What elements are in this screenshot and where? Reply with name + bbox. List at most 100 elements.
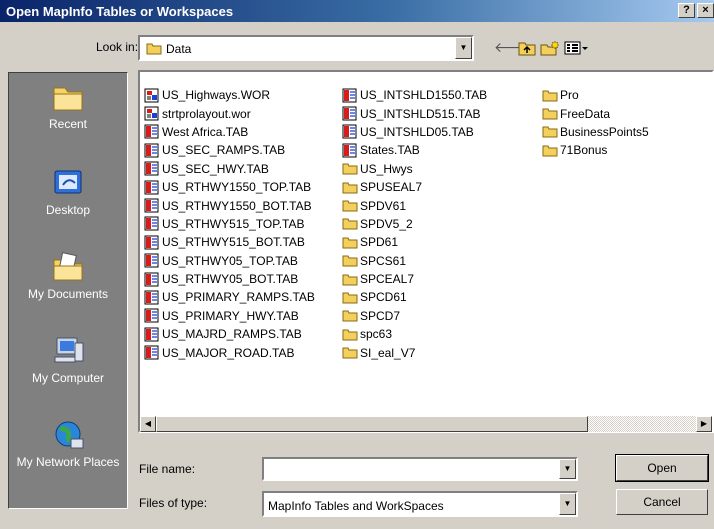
window-title: Open MapInfo Tables or Workspaces [6,4,234,19]
file-item[interactable]: US_PRIMARY_RAMPS.TAB [144,288,315,306]
chevron-down-icon[interactable]: ▼ [559,493,576,515]
folder-item[interactable]: SPCS61 [342,252,487,270]
file-item[interactable]: US_RTHWY1550_TOP.TAB [144,178,315,196]
file-name: Pro [560,88,579,103]
folder-item[interactable]: SPDV61 [342,196,487,214]
folder-item[interactable]: Pro [542,86,649,104]
file-name: US_MAJRD_RAMPS.TAB [162,327,302,342]
file-item[interactable]: US_MAJOR_ROAD.TAB [144,343,315,361]
place-my-computer[interactable]: My Computer [9,335,127,385]
folder-item[interactable]: BusinessPoints5 [542,123,649,141]
file-item[interactable]: US_INTSHLD1550.TAB [342,86,487,104]
file-name: US_PRIMARY_HWY.TAB [162,308,299,323]
table-file-icon [144,124,159,139]
folder-item[interactable]: spc63 [342,325,487,343]
folder-item[interactable]: 71Bonus [542,141,649,159]
lookin-label: Look in: [96,40,139,54]
folder-item[interactable]: FreeData [542,104,649,122]
file-item[interactable]: US_RTHWY515_BOT.TAB [144,233,315,251]
table-file-icon [342,124,357,139]
place-recent[interactable]: Recent [9,81,127,131]
chevron-down-icon[interactable]: ▼ [559,459,576,479]
folder-item[interactable]: SPCEAL7 [342,270,487,288]
lookin-dropdown[interactable]: Data ▼ [138,35,474,61]
table-file-icon [342,143,357,158]
table-file-icon [144,143,159,158]
folder-item[interactable]: SI_eal_V7 [342,343,487,361]
open-button[interactable]: Open [615,454,709,482]
file-name: FreeData [560,106,611,121]
new-folder-icon[interactable] [540,40,560,56]
file-name: BusinessPoints5 [560,124,649,139]
file-name: US_Hwys [360,161,413,176]
folder-item[interactable]: SPDV5_2 [342,215,487,233]
file-item[interactable]: strtprolayout.wor [144,104,315,122]
network-globe-icon [55,421,84,449]
table-file-icon [144,290,159,305]
table-file-icon [342,106,357,121]
file-name: SPUSEAL7 [360,180,423,195]
workspace-file-icon [144,106,159,121]
file-item[interactable]: US_SEC_RAMPS.TAB [144,141,315,159]
folder-icon [542,126,558,138]
scroll-thumb[interactable] [156,416,588,432]
file-item[interactable]: US_RTHWY05_TOP.TAB [144,252,315,270]
folder-item[interactable]: SPCD61 [342,288,487,306]
horizontal-scrollbar[interactable]: ◀ ▶ [140,416,712,432]
file-item[interactable]: US_SEC_HWY.TAB [144,160,315,178]
folder-item[interactable]: US_Hwys [342,160,487,178]
filetype-select[interactable]: MapInfo Tables and WorkSpaces ▼ [262,491,578,517]
file-name: US_RTHWY515_TOP.TAB [162,216,305,231]
my-computer-icon [54,337,84,363]
folder-icon [542,108,558,120]
file-name: spc63 [360,327,393,342]
folder-icon [342,200,358,212]
close-button[interactable]: × [697,3,714,18]
scroll-right-button[interactable]: ▶ [696,416,712,432]
folder-item[interactable]: SPD61 [342,233,487,251]
file-item[interactable]: US_PRIMARY_HWY.TAB [144,307,315,325]
file-name: US_RTHWY05_TOP.TAB [162,253,298,268]
filetype-value: MapInfo Tables and WorkSpaces [268,499,444,513]
file-item[interactable]: US_Highways.WOR [144,86,315,104]
file-column-3: Pro FreeData BusinessPoints5 71Bonus [542,86,649,160]
place-my-network-places[interactable]: My Network Places [9,419,127,469]
place-my-documents[interactable]: My Documents [9,251,127,301]
file-item[interactable]: US_MAJRD_RAMPS.TAB [144,325,315,343]
views-menu-icon[interactable] [564,40,590,56]
table-file-icon [144,235,159,250]
chevron-down-icon[interactable]: ▼ [455,37,472,59]
workspace-file-icon [144,88,159,103]
file-name: SPCS61 [360,253,407,268]
cancel-button[interactable]: Cancel [616,489,708,515]
file-item[interactable]: States.TAB [342,141,487,159]
file-name: US_RTHWY1550_BOT.TAB [162,198,312,213]
place-desktop[interactable]: Desktop [9,167,127,217]
filename-input[interactable]: ▼ [262,457,578,481]
table-file-icon [144,253,159,268]
folder-icon [342,310,358,322]
table-file-icon [144,180,159,195]
scroll-left-button[interactable]: ◀ [140,416,156,432]
file-item[interactable]: US_RTHWY515_TOP.TAB [144,215,315,233]
folder-item[interactable]: SPCD7 [342,307,487,325]
file-item[interactable]: West Africa.TAB [144,123,315,141]
file-name: US_INTSHLD515.TAB [360,106,481,121]
file-item[interactable]: US_RTHWY1550_BOT.TAB [144,196,315,214]
file-name: US_INTSHLD1550.TAB [360,88,488,103]
up-folder-icon[interactable] [518,40,536,56]
places-bar: Recent Desktop My Documents My Computer [8,72,128,509]
file-name: US_RTHWY1550_TOP.TAB [162,180,312,195]
file-name: US_SEC_HWY.TAB [162,161,269,176]
file-list[interactable]: US_Highways.WOR strtprolayout.wor West Afr… [138,70,714,433]
folder-item[interactable]: SPUSEAL7 [342,178,487,196]
file-item[interactable]: US_INTSHLD05.TAB [342,123,487,141]
file-name: SPDV5_2 [360,216,413,231]
file-item[interactable]: US_INTSHLD515.TAB [342,104,487,122]
table-file-icon [144,272,159,287]
help-button[interactable]: ? [678,3,695,18]
folder-icon [342,163,358,175]
folder-icon [342,329,358,341]
file-column-2: US_INTSHLD1550.TAB US_INTSHLD515.TAB US_IN… [342,86,487,362]
file-item[interactable]: US_RTHWY05_BOT.TAB [144,270,315,288]
